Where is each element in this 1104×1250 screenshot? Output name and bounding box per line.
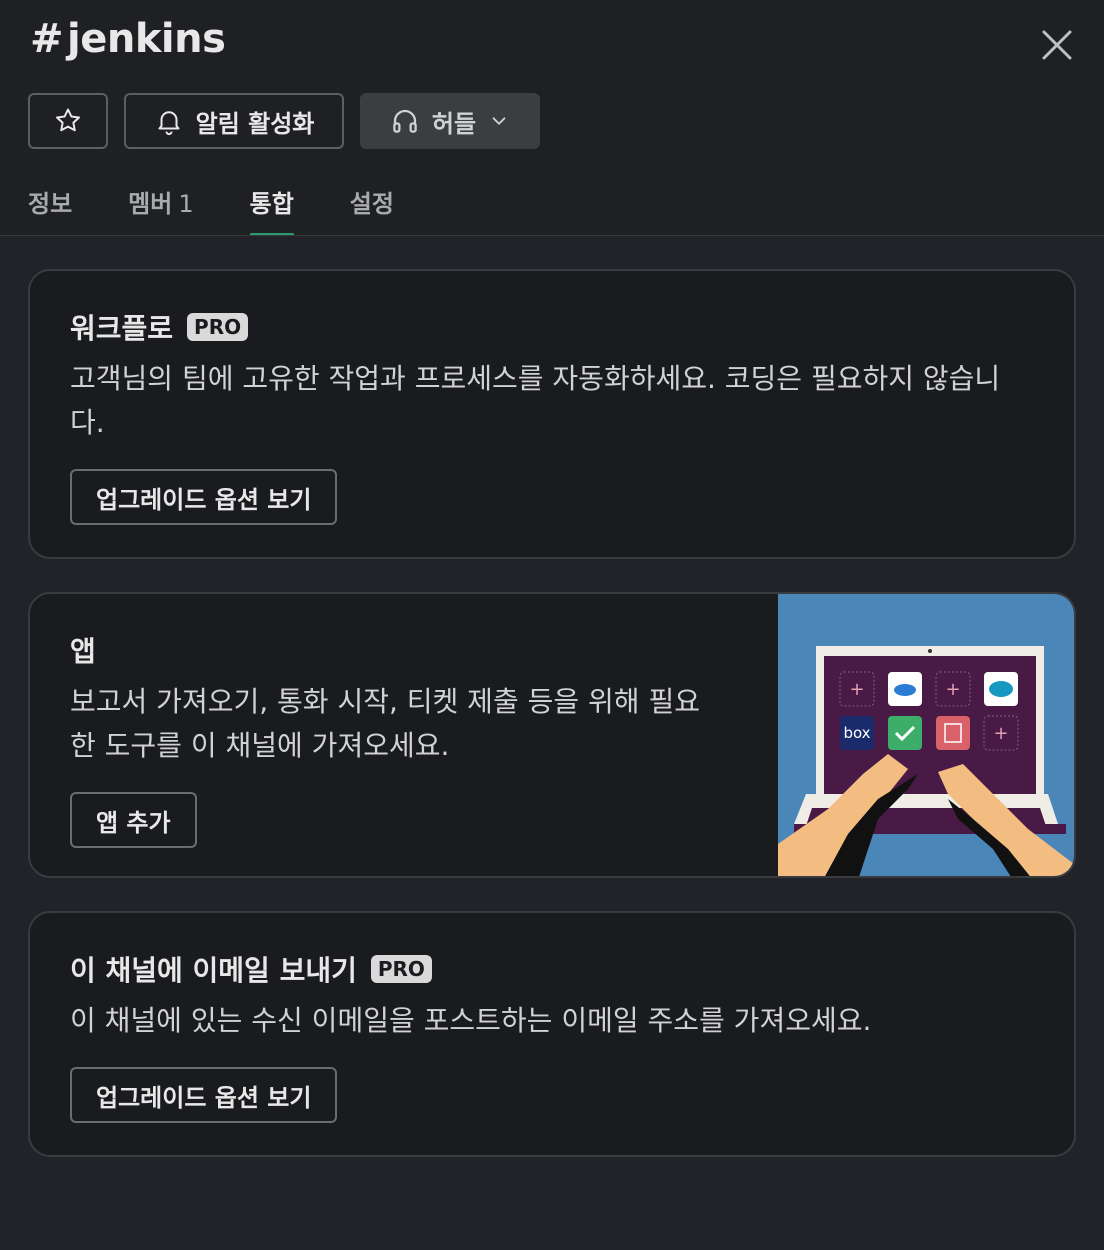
tab-settings[interactable]: 설정 [350,184,394,236]
email-description: 이 채널에 있는 수신 이메일을 포스트하는 이메일 주소를 가져오세요. [70,1004,872,1037]
header-divider [0,235,1104,236]
apps-title: 앱 [70,635,96,668]
star-button[interactable] [28,93,108,149]
integrations-panel: 워크플로 PRO 고객님의 팀에 고유한 작업과 프로세스를 자동화하세요. 코… [0,236,1104,1250]
add-app-button[interactable]: 앱 추가 [70,792,197,848]
tab-integrations[interactable]: 통합 [249,184,294,236]
star-icon [56,108,80,132]
view-upgrade-options-button[interactable]: 업그레이드 옵션 보기 [70,469,338,525]
email-card: 이 채널에 이메일 보내기 PRO 이 채널에 있는 수신 이메일을 포스트하는… [28,911,1076,1157]
channel-actions: 알림 활성화 허들 [28,93,540,149]
svg-text:+: + [993,723,1008,744]
apps-card: 앱 보고서 가져오기, 통화 시작, 티켓 제출 등을 위해 필요한 도구를 이… [28,592,1076,878]
tab-members[interactable]: 멤버 1 [128,184,193,236]
pro-badge: PRO [187,313,249,341]
view-upgrade-options-button[interactable]: 업그레이드 옵션 보기 [70,1067,338,1123]
bell-icon [158,111,180,136]
workflow-card: 워크플로 PRO 고객님의 팀에 고유한 작업과 프로세스를 자동화하세요. 코… [28,269,1076,559]
workflow-description: 고객님의 팀에 고유한 작업과 프로세스를 자동화하세요. 코딩은 필요하지 않… [70,362,1001,439]
channel-title: # jenkins [30,16,226,62]
pro-badge: PRO [370,955,432,983]
svg-text:+: + [849,679,864,700]
notifications-label: 알림 활성화 [195,109,315,138]
headphones-icon [393,109,417,133]
email-title: 이 채널에 이메일 보내기 PRO [70,949,1034,989]
huddle-button[interactable]: 허들 [360,93,540,149]
close-button[interactable] [1040,28,1074,62]
workflow-title: 워크플로 PRO [70,307,1034,347]
channel-tabs: 정보 멤버 1 통합 설정 [28,184,450,236]
hash-symbol: # [30,16,64,62]
huddle-label: 허들 [431,109,477,138]
member-count: 1 [178,190,194,218]
apps-illustration: + + box + [778,594,1074,876]
tab-about[interactable]: 정보 [28,184,72,236]
channel-name: jenkins [67,16,226,62]
svg-text:+: + [945,679,960,700]
close-icon [1042,30,1072,60]
box-logo-text: box [843,724,870,742]
chevron-down-icon [492,117,506,125]
apps-description: 보고서 가져오기, 통화 시작, 티켓 제출 등을 위해 필요한 도구를 이 채… [70,685,700,762]
channel-details-header: # jenkins 알림 활성화 허들 정보 멤버 1 통합 설정 [0,0,1104,236]
notifications-button[interactable]: 알림 활성화 [124,93,344,149]
